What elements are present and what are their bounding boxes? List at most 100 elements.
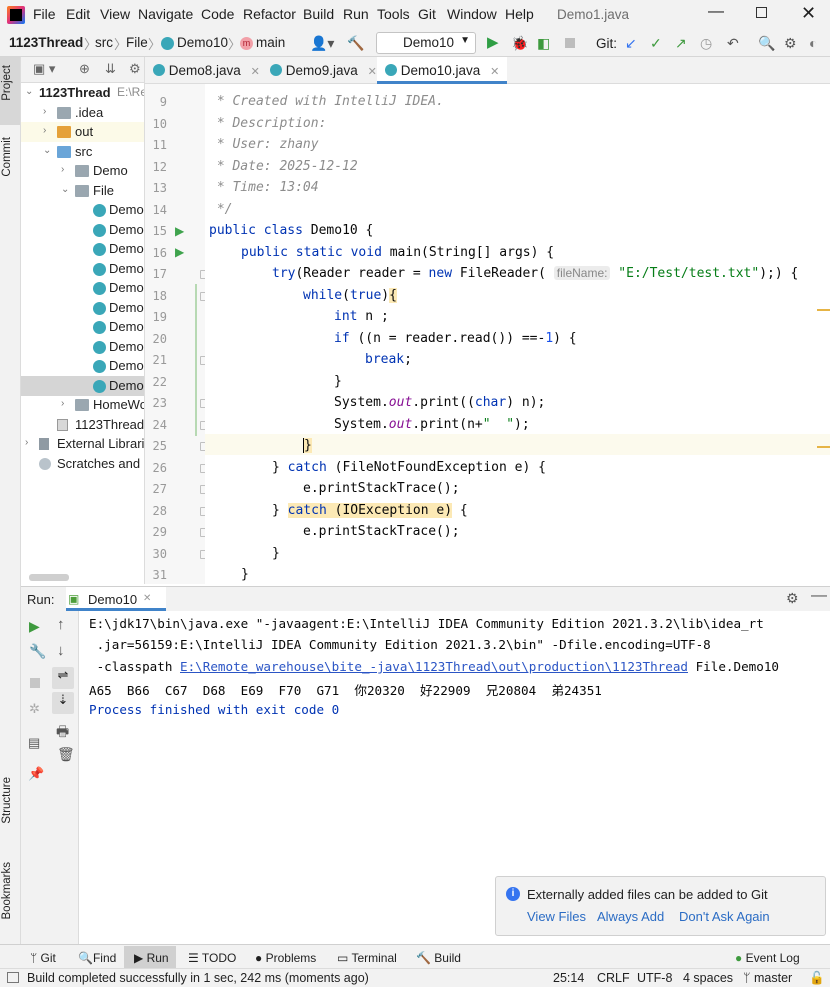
print-icon[interactable]: 🖶 bbox=[56, 721, 69, 745]
tree-item[interactable]: 1123Thread.iml bbox=[21, 415, 144, 435]
run-icon[interactable]: ▶ bbox=[487, 33, 499, 51]
build-hammer-icon[interactable]: 🔨 bbox=[347, 35, 364, 52]
file-encoding[interactable]: UTF-8 bbox=[637, 971, 672, 985]
menu-git[interactable]: Git bbox=[418, 6, 436, 22]
menu-help[interactable]: Help bbox=[505, 6, 534, 22]
tree-item[interactable]: Demo10 bbox=[21, 375, 144, 396]
code-editor[interactable]: * Created with IntelliJ IDEA. * Descript… bbox=[205, 84, 830, 584]
tree-item[interactable]: Demo1 bbox=[21, 200, 144, 220]
view-files-link[interactable]: View Files bbox=[527, 909, 586, 924]
breadcrumb-class[interactable]: Demo10 bbox=[177, 35, 228, 50]
trash-icon[interactable]: 🗑 bbox=[57, 746, 75, 763]
tree-item[interactable]: › .idea bbox=[21, 103, 144, 123]
run-class-icon[interactable]: ▶ bbox=[175, 224, 184, 238]
close-tab-icon[interactable]: ✕ bbox=[490, 66, 499, 78]
menu-view[interactable]: View bbox=[100, 6, 130, 22]
menu-code[interactable]: Code bbox=[201, 6, 234, 22]
run-tab-demo10[interactable]: ▣ Demo10 ✕ bbox=[66, 587, 166, 611]
user-icon[interactable]: 👤▾ bbox=[310, 35, 334, 52]
soft-wrap-icon[interactable]: ⇌ bbox=[52, 667, 74, 689]
git-branch-widget[interactable]: ᛘ master bbox=[743, 971, 792, 985]
tree-item[interactable]: › External Libraries bbox=[21, 434, 144, 454]
tree-item[interactable]: › out bbox=[21, 122, 144, 142]
pin-icon[interactable]: 📌 bbox=[28, 766, 44, 782]
tool-tab-find[interactable]: 🔍Find bbox=[78, 951, 116, 965]
warning-stripe-marker[interactable] bbox=[817, 446, 830, 448]
run-configuration-select[interactable]: Demo10 ▼ bbox=[376, 32, 476, 54]
tree-item[interactable]: Scratches and Consoles bbox=[21, 454, 144, 474]
breadcrumb-method[interactable]: main bbox=[256, 35, 285, 50]
classpath-link[interactable]: E:\Remote_warehouse\bite_-java\1123Threa… bbox=[180, 659, 688, 674]
commit-tool-label[interactable]: Commit bbox=[1, 137, 13, 177]
maximize-icon[interactable] bbox=[756, 7, 767, 18]
breadcrumb-project[interactable]: 1123Thread bbox=[9, 35, 83, 50]
lock-icon[interactable]: 🔓 bbox=[809, 971, 825, 986]
close-tab-icon[interactable]: ✕ bbox=[251, 66, 260, 78]
rollback-icon[interactable]: ↶ bbox=[727, 35, 739, 52]
chevron-down-icon[interactable]: ⌄ bbox=[61, 184, 69, 195]
chevron-down-icon[interactable]: ⌄ bbox=[25, 86, 33, 97]
debug-icon[interactable]: 🐞 bbox=[511, 35, 528, 52]
menu-run[interactable]: Run bbox=[343, 6, 369, 22]
tree-item[interactable]: ⌄ src bbox=[21, 142, 144, 162]
coverage-icon[interactable]: ◧ bbox=[537, 35, 550, 52]
tree-item[interactable]: › HomeWork bbox=[21, 395, 144, 415]
dont-ask-again-link[interactable]: Don't Ask Again bbox=[679, 909, 770, 924]
tree-item[interactable]: ⌄ File bbox=[21, 181, 144, 201]
breadcrumb-file[interactable]: File bbox=[126, 35, 148, 50]
tree-item[interactable]: Demo9 bbox=[21, 356, 144, 376]
close-icon[interactable]: ✕ bbox=[801, 3, 816, 24]
tool-tab-terminal[interactable]: ▭ Terminal bbox=[337, 951, 397, 965]
stop-icon[interactable] bbox=[30, 678, 40, 688]
collapse-all-icon[interactable]: ⇊ bbox=[105, 61, 116, 77]
chevron-right-icon[interactable]: › bbox=[43, 106, 46, 117]
debug-disabled-icon[interactable]: ✲ bbox=[29, 701, 40, 717]
layout-icon[interactable]: ▤ bbox=[28, 735, 40, 751]
tab-demo10[interactable]: Demo10.java ✕ bbox=[377, 57, 508, 84]
scroll-to-end-icon[interactable]: ⇣ bbox=[52, 692, 74, 714]
menu-navigate[interactable]: Navigate bbox=[138, 6, 193, 22]
tree-item[interactable]: Demo4 bbox=[21, 259, 144, 279]
arrow-down-icon[interactable]: ↓ bbox=[57, 642, 65, 659]
chevron-right-icon[interactable]: › bbox=[61, 398, 64, 409]
menu-tools[interactable]: Tools bbox=[377, 6, 410, 22]
menu-window[interactable]: Window bbox=[447, 6, 497, 22]
indent-setting[interactable]: 4 spaces bbox=[683, 971, 733, 985]
stop-icon[interactable] bbox=[565, 38, 575, 48]
history-icon[interactable]: ◷ bbox=[700, 35, 712, 52]
chevron-right-icon[interactable]: › bbox=[25, 437, 28, 448]
close-tab-icon[interactable]: ✕ bbox=[368, 66, 377, 78]
tree-item[interactable]: Demo3 bbox=[21, 239, 144, 259]
tree-item[interactable]: ⌄ 1123Thread E:\Re bbox=[21, 83, 144, 103]
gear-icon[interactable]: ⚙ bbox=[786, 590, 799, 607]
rerun-icon[interactable]: ▶ bbox=[29, 618, 40, 635]
tab-demo9[interactable]: Demo9.java ✕ bbox=[270, 57, 377, 84]
line-separator[interactable]: CRLF bbox=[597, 971, 630, 985]
menu-build[interactable]: Build bbox=[303, 6, 334, 22]
tab-demo8[interactable]: Demo8.java ✕ bbox=[153, 57, 260, 84]
run-main-icon[interactable]: ▶ bbox=[175, 245, 184, 259]
git-update-icon[interactable]: ↙ bbox=[625, 35, 637, 52]
tree-item[interactable]: Demo7 bbox=[21, 317, 144, 337]
tool-tab-git[interactable]: ᛘ Git bbox=[30, 951, 56, 965]
tree-item[interactable]: Demo8 bbox=[21, 337, 144, 357]
tree-item[interactable]: Demo5 bbox=[21, 278, 144, 298]
menu-file[interactable]: File bbox=[33, 6, 56, 22]
tool-tab-todo[interactable]: ☰ TODO bbox=[188, 951, 236, 965]
event-log-button[interactable]: ● Event Log bbox=[735, 951, 800, 965]
git-push-icon[interactable]: ↗ bbox=[675, 35, 687, 52]
chevron-right-icon[interactable]: › bbox=[43, 125, 46, 136]
menu-refactor[interactable]: Refactor bbox=[243, 6, 296, 22]
status-message[interactable]: Build completed successfully in 1 sec, 2… bbox=[27, 971, 369, 985]
bookmarks-tool-label[interactable]: Bookmarks bbox=[1, 862, 13, 920]
caret-position[interactable]: 25:14 bbox=[553, 971, 584, 985]
always-add-link[interactable]: Always Add bbox=[597, 909, 664, 924]
tool-tab-problems[interactable]: ● Problems bbox=[255, 951, 316, 965]
git-commit-icon[interactable]: ✓ bbox=[650, 35, 662, 52]
structure-tool-label[interactable]: Structure bbox=[1, 777, 13, 824]
project-tool-label[interactable]: Project bbox=[1, 65, 13, 101]
tool-windows-icon[interactable] bbox=[7, 972, 19, 983]
tool-tab-build[interactable]: 🔨 Build bbox=[416, 951, 461, 965]
gear-icon[interactable]: ⚙ bbox=[129, 61, 141, 77]
tool-tab-run[interactable]: ▶ Run bbox=[134, 951, 169, 965]
